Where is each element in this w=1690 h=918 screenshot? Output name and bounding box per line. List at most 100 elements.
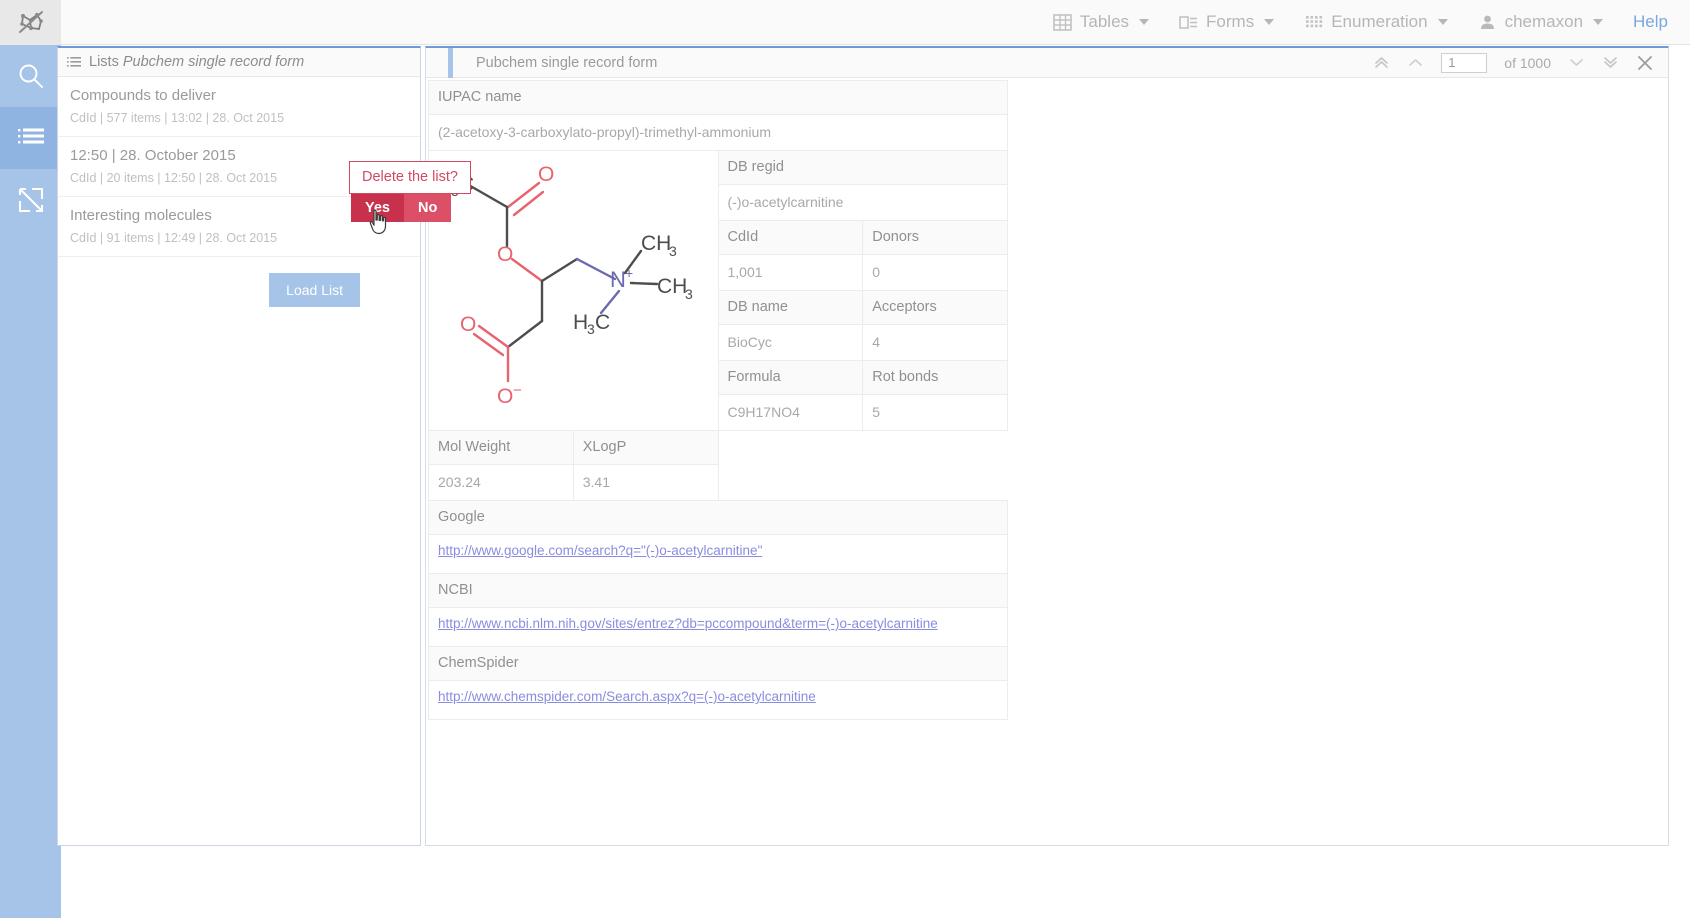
field-value-donors: 0 (863, 255, 1008, 291)
table-row: http://www.chemspider.com/Search.aspx?q=… (429, 681, 1008, 720)
table-row: http://www.google.com/search?q="(-)o-ace… (429, 535, 1008, 574)
list-item-title: Compounds to deliver (70, 87, 408, 104)
field-value-ncbi: http://www.ncbi.nlm.nih.gov/sites/entrez… (429, 608, 1008, 647)
table-row: (2-acetoxy-3-carboxylato-propyl)-trimeth… (429, 115, 1008, 151)
nav-item-tables[interactable]: Tables (1053, 12, 1149, 32)
field-value-formula: C9H17NO4 (718, 395, 863, 431)
previous-record-button[interactable] (1407, 54, 1424, 71)
dots-grid-icon (1304, 13, 1323, 32)
nav-label-tables: Tables (1080, 12, 1129, 32)
field-label-ncbi: NCBI (429, 574, 1008, 608)
record-content: IUPAC name (2-acetoxy-3-carboxylato-prop… (428, 80, 1008, 720)
svg-text:H: H (573, 311, 588, 334)
page-number-input[interactable] (1441, 53, 1487, 73)
svg-text:O: O (538, 163, 554, 186)
double-chevron-up-icon (1373, 54, 1390, 71)
field-label-donors: Donors (863, 221, 1008, 255)
field-value-google: http://www.google.com/search?q="(-)o-ace… (429, 535, 1008, 574)
list-item[interactable]: Compounds to deliver CdId | 577 items | … (58, 77, 420, 137)
top-bar: Tables Forms (0, 0, 1690, 45)
field-value-iupac: (2-acetoxy-3-carboxylato-propyl)-trimeth… (429, 115, 1008, 151)
field-label-xlogp: XLogP (573, 431, 718, 465)
lists-panel-title: Lists Pubchem single record form (89, 54, 304, 70)
record-form-panel: Pubchem single record form of (425, 46, 1669, 846)
field-label-iupac: IUPAC name (429, 81, 1008, 115)
record-field-table: IUPAC name (2-acetoxy-3-carboxylato-prop… (428, 80, 1008, 720)
pointing-hand-cursor (368, 209, 390, 235)
svg-text:3: 3 (587, 321, 595, 337)
lists-panel-header: Lists Pubchem single record form (58, 48, 420, 77)
field-label-google: Google (429, 501, 1008, 535)
chemspider-search-link[interactable]: http://www.chemspider.com/Search.aspx?q=… (438, 689, 816, 704)
field-label-mol-weight: Mol Weight (429, 431, 574, 465)
nav-item-enumeration[interactable]: Enumeration (1304, 12, 1447, 32)
nav-item-user-menu[interactable]: chemaxon (1478, 12, 1603, 32)
field-value-mol-weight: 203.24 (429, 465, 574, 501)
table-row: Google (429, 501, 1008, 535)
rail-item-lists[interactable] (0, 107, 61, 169)
field-value-db-name: BioCyc (718, 325, 863, 361)
structure-import-icon (16, 185, 46, 215)
forms-layout-icon (1179, 13, 1198, 32)
svg-text:O: O (460, 313, 476, 336)
app-logo[interactable] (0, 0, 61, 45)
rail-item-structure-import[interactable] (0, 169, 61, 231)
grid-table-icon (1053, 13, 1072, 32)
list-lines-icon (67, 55, 81, 69)
svg-text:−: − (513, 382, 522, 399)
nav-label-forms: Forms (1206, 12, 1254, 32)
field-value-rot-bonds: 5 (863, 395, 1008, 431)
form-accent-bar (448, 48, 453, 78)
table-row: NCBI (429, 574, 1008, 608)
chevron-down-icon (1593, 19, 1603, 25)
chevron-up-icon (1407, 54, 1424, 71)
svg-text:CH: CH (657, 275, 687, 298)
close-form-button[interactable] (1636, 54, 1654, 72)
search-icon (16, 61, 46, 91)
nav-item-forms[interactable]: Forms (1179, 12, 1274, 32)
field-label-db-name: DB name (718, 291, 863, 325)
record-form-toolbar: of 1000 (1373, 53, 1668, 73)
table-row: http://www.ncbi.nlm.nih.gov/sites/entrez… (429, 608, 1008, 647)
field-label-acceptors: Acceptors (863, 291, 1008, 325)
nav-label-enumeration: Enumeration (1331, 12, 1427, 32)
svg-text:3: 3 (669, 243, 677, 259)
svg-text:N: N (610, 267, 626, 292)
field-value-xlogp: 3.41 (573, 465, 718, 501)
svg-text:O: O (497, 243, 513, 266)
table-row: Mol Weight XLogP (429, 431, 1008, 465)
left-icon-rail (0, 45, 61, 918)
field-value-db-regid: (-)o-acetylcarnitine (718, 185, 1008, 221)
svg-text:CH: CH (641, 232, 671, 255)
rail-item-search[interactable] (0, 45, 61, 107)
table-row: ChemSpider (429, 647, 1008, 681)
help-link[interactable]: Help (1633, 12, 1668, 32)
field-value-acceptors: 4 (863, 325, 1008, 361)
structure-cell: H 3 C O O N + CH 3 (429, 151, 719, 431)
last-record-button[interactable] (1602, 54, 1619, 71)
list-item-meta: CdId | 91 items | 12:49 | 28. Oct 2015 (70, 231, 408, 245)
field-label-rot-bonds: Rot bonds (863, 361, 1008, 395)
page-total-label: of 1000 (1504, 55, 1551, 71)
field-label-db-regid: DB regid (718, 151, 1008, 185)
chevron-down-icon (1264, 19, 1274, 25)
lists-label: Lists (89, 54, 119, 70)
field-label-formula: Formula (718, 361, 863, 395)
chevron-down-icon (1568, 54, 1585, 71)
table-row: 203.24 3.41 (429, 465, 1008, 501)
nav-label-user: chemaxon (1505, 12, 1583, 32)
load-list-button[interactable]: Load List (269, 273, 360, 307)
ncbi-search-link[interactable]: http://www.ncbi.nlm.nih.gov/sites/entrez… (438, 616, 938, 631)
lists-subtitle: Pubchem single record form (123, 54, 304, 70)
google-search-link[interactable]: http://www.google.com/search?q="(-)o-ace… (438, 543, 762, 558)
acetylcarnitine-structure: H 3 C O O N + CH 3 (429, 151, 727, 419)
field-label-chemspider: ChemSpider (429, 647, 1008, 681)
delete-confirm-no-button[interactable]: No (404, 194, 451, 222)
list-item-meta: CdId | 577 items | 13:02 | 28. Oct 2015 (70, 111, 408, 125)
next-record-button[interactable] (1568, 54, 1585, 71)
close-x-icon (1636, 54, 1654, 72)
first-record-button[interactable] (1373, 54, 1390, 71)
chevron-down-icon (1139, 19, 1149, 25)
record-form-header: Pubchem single record form of (426, 48, 1668, 78)
table-row: IUPAC name (429, 81, 1008, 115)
